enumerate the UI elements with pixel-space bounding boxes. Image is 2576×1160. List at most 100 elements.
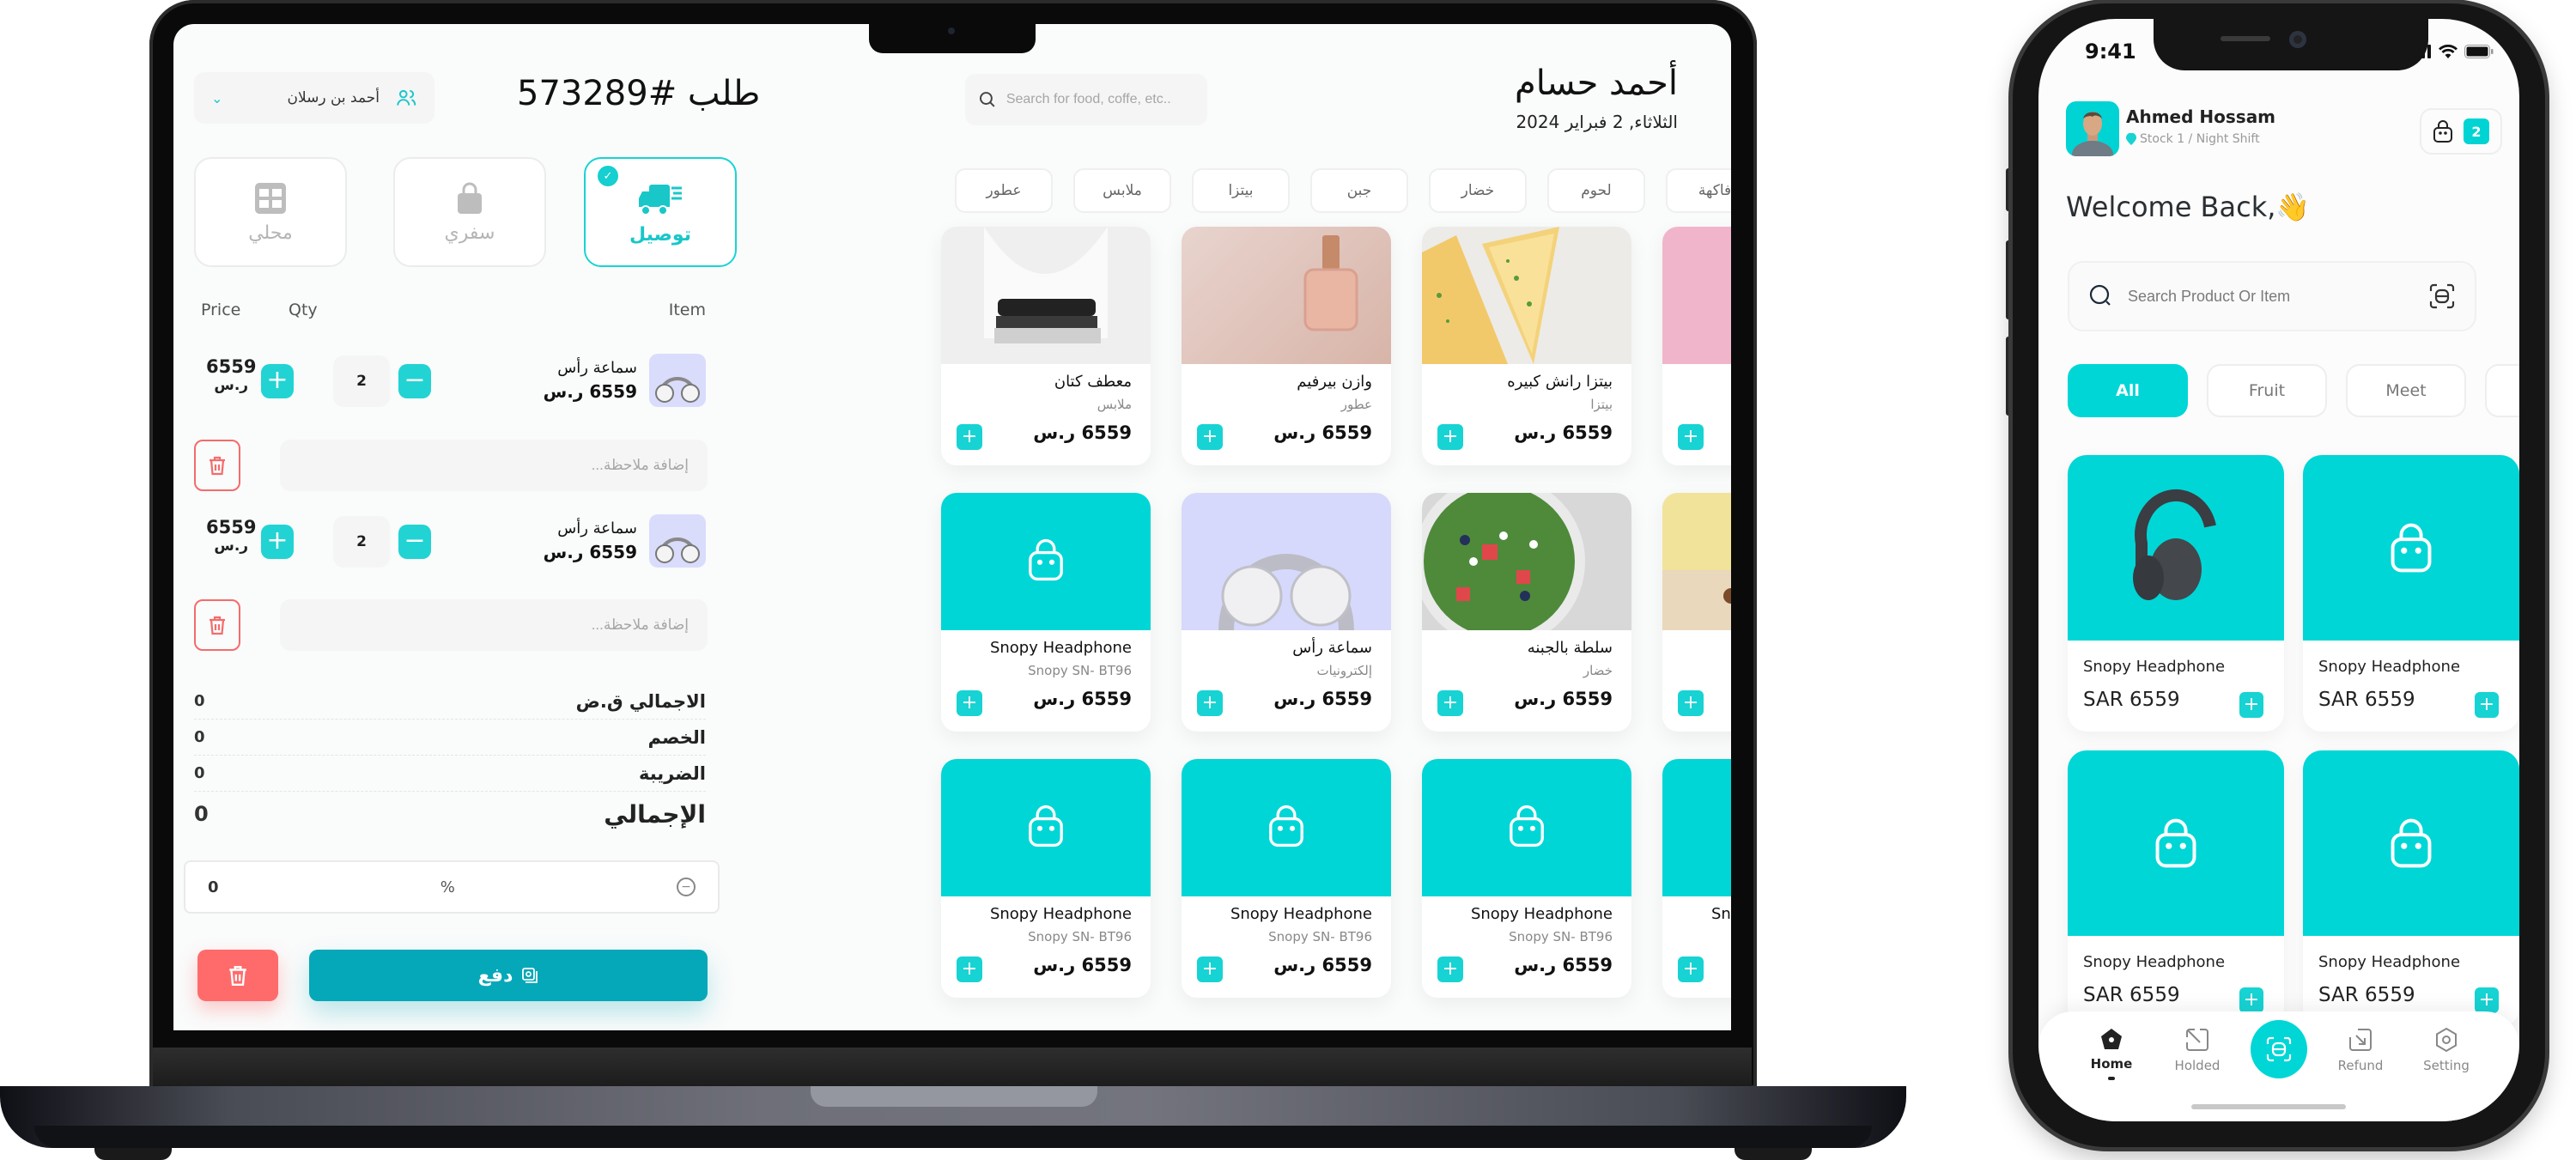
- delete-line-button[interactable]: [194, 440, 240, 491]
- check-icon: ✓: [598, 166, 618, 186]
- product-name: Snopy Headphone: [989, 639, 1132, 657]
- tab-setting[interactable]: Setting: [2408, 1027, 2485, 1073]
- decrease-qty-button[interactable]: −: [398, 364, 431, 398]
- product-card[interactable]: Snopy Headphone SAR 6559 +: [2068, 750, 2284, 1027]
- category-chip[interactable]: All: [2068, 364, 2188, 417]
- search-bar[interactable]: [2068, 261, 2476, 331]
- add-to-cart-button[interactable]: +: [1197, 424, 1223, 450]
- customer-select[interactable]: ⌄ أحمد بن رسلان: [194, 72, 434, 124]
- minus-circle-icon[interactable]: −: [676, 878, 696, 896]
- product-card[interactable]: سلطة بالجبنه خضار 6559 ر.س +: [1422, 493, 1631, 732]
- home-icon: [2101, 1029, 2122, 1049]
- product-name: Snopy Headphone: [989, 905, 1132, 923]
- product-card[interactable]: جبنه صفراء جبن 6559 ر.س +: [1662, 493, 1731, 732]
- product-card[interactable]: Snopy Headphone Snopy SN- BT96 6559 ر.س …: [941, 759, 1151, 998]
- product-card[interactable]: Snopy Headphone Snopy SN- BT96 6559 ر.س …: [1422, 759, 1631, 998]
- category-chip[interactable]: Fruit: [2207, 364, 2327, 417]
- product-card[interactable]: Snopy Headphone Snopy SN- BT96 6559 ر.س …: [941, 493, 1151, 732]
- tab-holded[interactable]: Holded: [2159, 1027, 2236, 1073]
- increase-qty-button[interactable]: +: [261, 525, 294, 559]
- line-note-input[interactable]: [280, 599, 708, 651]
- category-chip[interactable]: Meet: [2346, 364, 2466, 417]
- add-to-cart-button[interactable]: +: [1197, 690, 1223, 716]
- discount-input[interactable]: 0 % −: [184, 860, 720, 914]
- cart-count-badge: 2: [2464, 118, 2489, 144]
- category-chip[interactable]: بيتزا: [1192, 168, 1290, 213]
- bottom-tab-bar: Home Holded Refund Setting: [2038, 1011, 2519, 1121]
- cash-icon: [522, 968, 538, 983]
- order-type-delivery[interactable]: ✓ توصيل: [584, 157, 737, 267]
- category-filter: الجميعفاكهةلحومخضارجبنبيتزاملابسعطور: [955, 168, 1731, 213]
- phone-volume-up: [2006, 240, 2013, 319]
- product-image: [1422, 227, 1631, 364]
- line-item-name: سماعة رأس: [557, 359, 637, 377]
- product-card[interactable]: Snopy Headphone SAR 6559 +: [2303, 750, 2519, 1027]
- add-to-cart-button[interactable]: +: [957, 957, 982, 982]
- add-to-cart-button[interactable]: +: [2475, 692, 2499, 718]
- add-to-cart-button[interactable]: +: [1437, 424, 1463, 450]
- category-chip[interactable]: عطور: [955, 168, 1053, 213]
- category-chip[interactable]: جبن: [1310, 168, 1408, 213]
- add-to-cart-button[interactable]: +: [1678, 424, 1704, 450]
- add-to-cart-button[interactable]: +: [2239, 987, 2263, 1013]
- summary-label: الإجمالي: [604, 799, 706, 829]
- category-chip[interactable]: فاكهة: [1666, 168, 1731, 213]
- product-category: Snopy SN- BT96: [1509, 929, 1613, 944]
- add-to-cart-button[interactable]: +: [957, 690, 982, 716]
- cart-button[interactable]: 2: [2420, 108, 2502, 155]
- product-image: [941, 759, 1151, 896]
- tab-refund[interactable]: Refund: [2322, 1027, 2399, 1073]
- search-bar[interactable]: [965, 74, 1207, 125]
- pay-button[interactable]: دفع: [309, 950, 708, 1001]
- qty-value[interactable]: 2: [333, 355, 390, 407]
- product-grid: Snopy Headphone SAR 6559 + Snopy Headpho…: [2068, 455, 2519, 1027]
- product-card[interactable]: Snopy Headphone Snopy SN- BT96 6559 ر.س …: [1182, 759, 1391, 998]
- add-to-cart-button[interactable]: +: [1197, 957, 1223, 982]
- product-card[interactable]: Snopy Headphone Snopy SN- BT96 6559 ر.س …: [1662, 759, 1731, 998]
- product-card[interactable]: معطف كتان ملابس 6559 ر.س +: [941, 227, 1151, 465]
- add-to-cart-button[interactable]: +: [1678, 957, 1704, 982]
- product-name: معطف كتان: [1054, 373, 1132, 391]
- avatar[interactable]: [2066, 101, 2119, 156]
- column-header-item: Item: [668, 301, 706, 319]
- order-type-dine-in[interactable]: محلي: [194, 157, 347, 267]
- active-indicator: [2108, 1077, 2115, 1080]
- scan-icon[interactable]: [2428, 282, 2456, 310]
- laptop-groove: [811, 1086, 1097, 1107]
- product-name: Snopy Headphone: [1470, 905, 1613, 923]
- product-card[interactable]: Snopy Headphone SAR 6559 +: [2068, 455, 2284, 732]
- decrease-qty-button[interactable]: −: [398, 525, 431, 559]
- increase-qty-button[interactable]: +: [261, 364, 294, 398]
- product-price: 6559 ر.س: [1514, 955, 1613, 975]
- add-to-cart-button[interactable]: +: [1437, 957, 1463, 982]
- user-greeting: أحمد حسام الثلاثاء, 2 فبراير 2024: [1515, 64, 1678, 132]
- search-input[interactable]: [1005, 92, 1194, 107]
- category-chip[interactable]: ملابس: [1073, 168, 1171, 213]
- add-to-cart-button[interactable]: +: [2475, 987, 2499, 1013]
- clear-order-button[interactable]: [197, 950, 278, 1001]
- product-card[interactable]: سماعة رأس إلكترونيات 6559 ر.س +: [1182, 493, 1391, 732]
- delete-line-button[interactable]: [194, 599, 240, 651]
- add-to-cart-button[interactable]: +: [1678, 690, 1704, 716]
- product-name: Snopy Headphone: [1230, 905, 1372, 923]
- location-pin-icon: [2126, 133, 2136, 145]
- category-chip[interactable]: Ch: [2485, 364, 2519, 417]
- line-note-input[interactable]: [280, 440, 708, 491]
- add-to-cart-button[interactable]: +: [957, 424, 982, 450]
- tab-home[interactable]: Home: [2073, 1027, 2150, 1080]
- chevron-down-icon: ⌄: [211, 89, 223, 106]
- search-input[interactable]: [2128, 287, 2415, 306]
- add-to-cart-button[interactable]: +: [2239, 692, 2263, 718]
- product-card[interactable]: Snopy Headphone SAR 6559 +: [2303, 455, 2519, 732]
- qty-value[interactable]: 2: [333, 516, 390, 568]
- add-to-cart-button[interactable]: +: [1437, 690, 1463, 716]
- category-chip[interactable]: خضار: [1429, 168, 1527, 213]
- product-card[interactable]: بيتزا رانش كبيره بيتزا 6559 ر.س +: [1422, 227, 1631, 465]
- product-card[interactable]: أفوكادو فاكهة 6559 ر.س +: [1662, 227, 1731, 465]
- scan-button[interactable]: [2251, 1020, 2307, 1078]
- category-chip[interactable]: لحوم: [1547, 168, 1645, 213]
- summary-label: الخصم: [647, 726, 706, 748]
- order-type-takeaway[interactable]: سفري: [393, 157, 546, 267]
- summary-discount: 0 الخصم: [194, 720, 706, 756]
- product-card[interactable]: وازن بيرفيم عطور 6559 ر.س +: [1182, 227, 1391, 465]
